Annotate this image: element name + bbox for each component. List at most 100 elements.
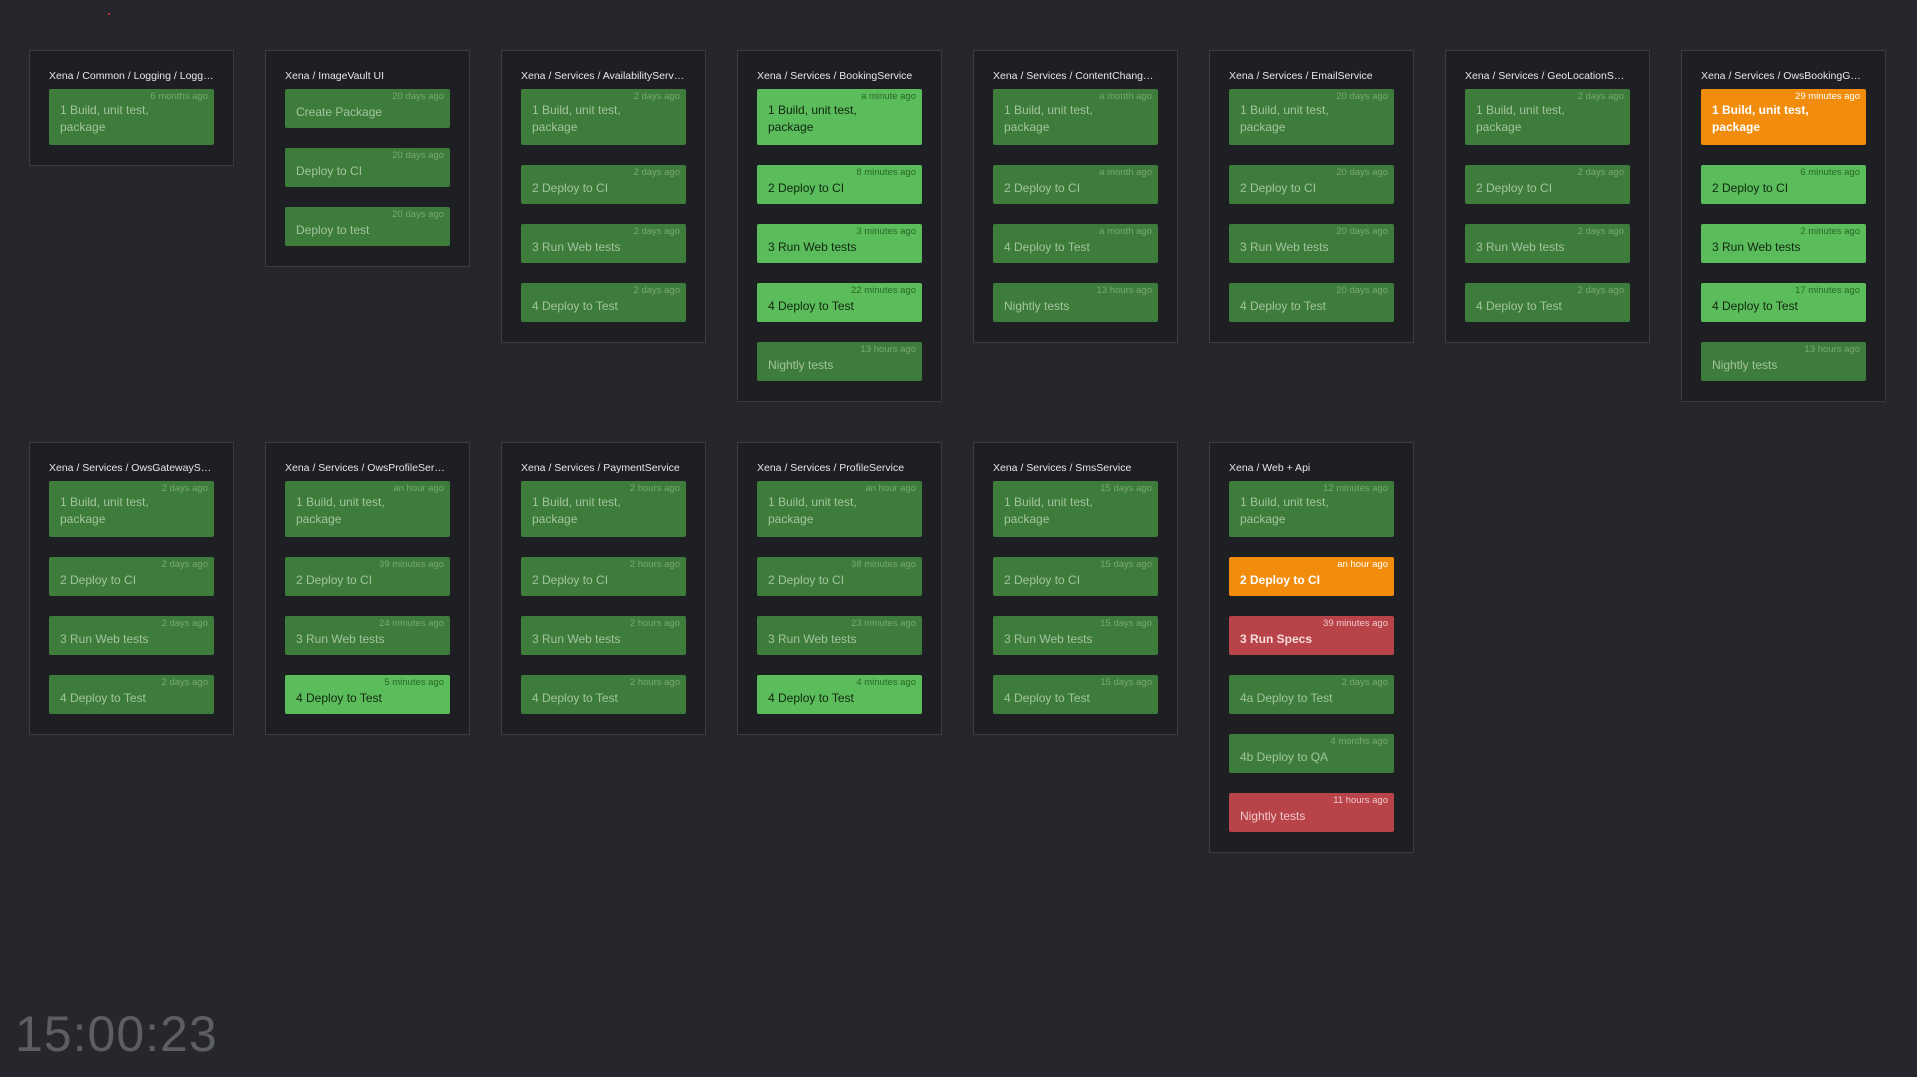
stage-tile[interactable]: a month ago 4 Deploy to Test	[993, 224, 1158, 263]
stage-tile[interactable]: 2 days ago 4 Deploy to Test	[521, 283, 686, 322]
stage-time: 8 minutes ago	[856, 167, 916, 178]
stage-tile[interactable]: 2 days ago 1 Build, unit test, package	[521, 89, 686, 145]
stage-tile[interactable]: 20 days ago Create Package	[285, 89, 450, 128]
stage-tile[interactable]: 2 days ago 3 Run Web tests	[521, 224, 686, 263]
stage-tile[interactable]: 2 days ago 2 Deploy to CI	[521, 165, 686, 204]
stage-tile[interactable]: 15 days ago 2 Deploy to CI	[993, 557, 1158, 596]
pipeline-title[interactable]: Xena / Services / GeoLocationSe…	[1465, 69, 1630, 83]
stage-name: 4b Deploy to QA	[1240, 750, 1329, 764]
status-dot	[108, 13, 110, 15]
stage-tile[interactable]: an hour ago 2 Deploy to CI	[1229, 557, 1394, 596]
pipeline-row: Xena / Services / OwsGatewayS… 2 days ago…	[29, 442, 1899, 853]
stage-tile[interactable]: 4 months ago 4b Deploy to QA	[1229, 734, 1394, 773]
pipeline-title[interactable]: Xena / Common / Logging / Logg…	[49, 69, 214, 83]
stage-tile[interactable]: 20 days ago 3 Run Web tests	[1229, 224, 1394, 263]
stage-tile[interactable]: 2 hours ago 4 Deploy to Test	[521, 675, 686, 714]
pipeline-title[interactable]: Xena / Services / OwsGatewayS…	[49, 461, 214, 475]
pipeline-card[interactable]: Xena / Services / GeoLocationSe… 2 days a…	[1445, 50, 1650, 343]
stage-name: 1 Build, unit test, package	[1476, 103, 1565, 134]
stage-tile[interactable]: an hour ago 1 Build, unit test, package	[285, 481, 450, 537]
pipeline-card[interactable]: Xena / Services / OwsProfileService an ho…	[265, 442, 470, 735]
pipeline-title[interactable]: Xena / Services / AvailabilityService	[521, 69, 686, 83]
pipeline-card[interactable]: Xena / Services / SmsService 15 days ago 1…	[973, 442, 1178, 735]
stage-name: 3 Run Web tests	[532, 632, 621, 646]
stage-name: 3 Run Web tests	[1712, 240, 1801, 254]
stage-time: 13 hours ago	[1804, 344, 1860, 355]
stage-tile[interactable]: 15 days ago 4 Deploy to Test	[993, 675, 1158, 714]
pipeline-title[interactable]: Xena / Services / PaymentService	[521, 461, 686, 475]
stage-tile[interactable]: 2 hours ago 2 Deploy to CI	[521, 557, 686, 596]
pipeline-card[interactable]: Xena / Services / AvailabilityService 2 d…	[501, 50, 706, 343]
stage-tile[interactable]: 2 days ago 2 Deploy to CI	[49, 557, 214, 596]
pipeline-card[interactable]: Xena / Services / OwsGatewayS… 2 days ago…	[29, 442, 234, 735]
stage-time: 2 days ago	[161, 677, 208, 688]
stage-tile[interactable]: 2 days ago 1 Build, unit test, package	[49, 481, 214, 537]
stage-tile[interactable]: 2 days ago 4 Deploy to Test	[1465, 283, 1630, 322]
stage-tile[interactable]: 15 days ago 3 Run Web tests	[993, 616, 1158, 655]
stage-tile[interactable]: 11 hours ago Nightly tests	[1229, 793, 1394, 832]
pipeline-title[interactable]: Xena / Services / SmsService	[993, 461, 1158, 475]
stage-name: Nightly tests	[1004, 299, 1070, 313]
stage-tile[interactable]: 13 hours ago Nightly tests	[757, 342, 922, 381]
stage-name: 3 Run Web tests	[768, 240, 857, 254]
stage-tile[interactable]: a month ago 1 Build, unit test, package	[993, 89, 1158, 145]
pipeline-row: Xena / Common / Logging / Logg… 6 months …	[29, 50, 1899, 402]
pipeline-title[interactable]: Xena / Services / EmailService	[1229, 69, 1394, 83]
pipeline-card[interactable]: Xena / Services / ContentChang… a month a…	[973, 50, 1178, 343]
stage-tile[interactable]: 3 minutes ago 3 Run Web tests	[757, 224, 922, 263]
stage-tile[interactable]: 20 days ago 2 Deploy to CI	[1229, 165, 1394, 204]
pipeline-title[interactable]: Xena / Services / BookingService	[757, 69, 922, 83]
pipeline-card[interactable]: Xena / Web + Api 12 minutes ago 1 Build, u…	[1209, 442, 1414, 853]
stage-name: 4 Deploy to Test	[60, 691, 146, 705]
stage-tile[interactable]: 13 hours ago Nightly tests	[1701, 342, 1866, 381]
stage-tile[interactable]: 23 minutes ago 3 Run Web tests	[757, 616, 922, 655]
pipeline-card[interactable]: Xena / Services / EmailService 20 days ag…	[1209, 50, 1414, 343]
pipeline-card[interactable]: Xena / Services / PaymentService 2 hours …	[501, 442, 706, 735]
pipeline-title[interactable]: Xena / Services / OwsProfileService	[285, 461, 450, 475]
pipeline-card[interactable]: Xena / Common / Logging / Logg… 6 months …	[29, 50, 234, 166]
stage-tile[interactable]: 6 months ago 1 Build, unit test, package	[49, 89, 214, 145]
stage-tile[interactable]: 2 hours ago 3 Run Web tests	[521, 616, 686, 655]
pipeline-title[interactable]: Xena / Web + Api	[1229, 461, 1394, 475]
stage-tile[interactable]: 4 minutes ago 4 Deploy to Test	[757, 675, 922, 714]
stage-tile[interactable]: 13 hours ago Nightly tests	[993, 283, 1158, 322]
pipeline-card[interactable]: Xena / Services / BookingService a minute…	[737, 50, 942, 402]
stage-tile[interactable]: 17 minutes ago 4 Deploy to Test	[1701, 283, 1866, 322]
stage-tile[interactable]: 2 hours ago 1 Build, unit test, package	[521, 481, 686, 537]
stage-tile[interactable]: 38 minutes ago 2 Deploy to CI	[757, 557, 922, 596]
pipeline-title[interactable]: Xena / ImageVault UI	[285, 69, 450, 83]
stage-tile[interactable]: 20 days ago 1 Build, unit test, package	[1229, 89, 1394, 145]
stage-tile[interactable]: a month ago 2 Deploy to CI	[993, 165, 1158, 204]
stage-name: 3 Run Web tests	[1476, 240, 1565, 254]
stage-tile[interactable]: 2 minutes ago 3 Run Web tests	[1701, 224, 1866, 263]
stage-tile[interactable]: 39 minutes ago 2 Deploy to CI	[285, 557, 450, 596]
pipeline-title[interactable]: Xena / Services / ContentChang…	[993, 69, 1158, 83]
stage-tile[interactable]: 29 minutes ago 1 Build, unit test, packag…	[1701, 89, 1866, 145]
stage-tile[interactable]: 2 days ago 3 Run Web tests	[1465, 224, 1630, 263]
stage-tile[interactable]: 2 days ago 2 Deploy to CI	[1465, 165, 1630, 204]
stage-tile[interactable]: 2 days ago 3 Run Web tests	[49, 616, 214, 655]
stage-tile[interactable]: 6 minutes ago 2 Deploy to CI	[1701, 165, 1866, 204]
stage-tile[interactable]: an hour ago 1 Build, unit test, package	[757, 481, 922, 537]
stage-name: 2 Deploy to CI	[296, 573, 373, 587]
stage-tile[interactable]: 22 minutes ago 4 Deploy to Test	[757, 283, 922, 322]
stage-tile[interactable]: 12 minutes ago 1 Build, unit test, packag…	[1229, 481, 1394, 537]
stage-time: 12 minutes ago	[1323, 483, 1388, 494]
pipeline-card[interactable]: Xena / Services / OwsBookingGa… 29 minute…	[1681, 50, 1886, 402]
pipeline-card[interactable]: Xena / ImageVault UI 20 days ago Create Pa…	[265, 50, 470, 267]
stage-tile[interactable]: 15 days ago 1 Build, unit test, package	[993, 481, 1158, 537]
pipeline-title[interactable]: Xena / Services / ProfileService	[757, 461, 922, 475]
stage-tile[interactable]: 20 days ago Deploy to test	[285, 207, 450, 246]
stage-tile[interactable]: 2 days ago 4a Deploy to Test	[1229, 675, 1394, 714]
pipeline-title[interactable]: Xena / Services / OwsBookingGa…	[1701, 69, 1866, 83]
stage-tile[interactable]: 2 days ago 1 Build, unit test, package	[1465, 89, 1630, 145]
stage-tile[interactable]: 5 minutes ago 4 Deploy to Test	[285, 675, 450, 714]
stage-tile[interactable]: 24 minutes ago 3 Run Web tests	[285, 616, 450, 655]
stage-tile[interactable]: 8 minutes ago 2 Deploy to CI	[757, 165, 922, 204]
stage-tile[interactable]: 20 days ago 4 Deploy to Test	[1229, 283, 1394, 322]
pipeline-card[interactable]: Xena / Services / ProfileService an hour …	[737, 442, 942, 735]
stage-tile[interactable]: 20 days ago Deploy to CI	[285, 148, 450, 187]
stage-tile[interactable]: 39 minutes ago 3 Run Specs	[1229, 616, 1394, 655]
stage-tile[interactable]: a minute ago 1 Build, unit test, package	[757, 89, 922, 145]
stage-tile[interactable]: 2 days ago 4 Deploy to Test	[49, 675, 214, 714]
